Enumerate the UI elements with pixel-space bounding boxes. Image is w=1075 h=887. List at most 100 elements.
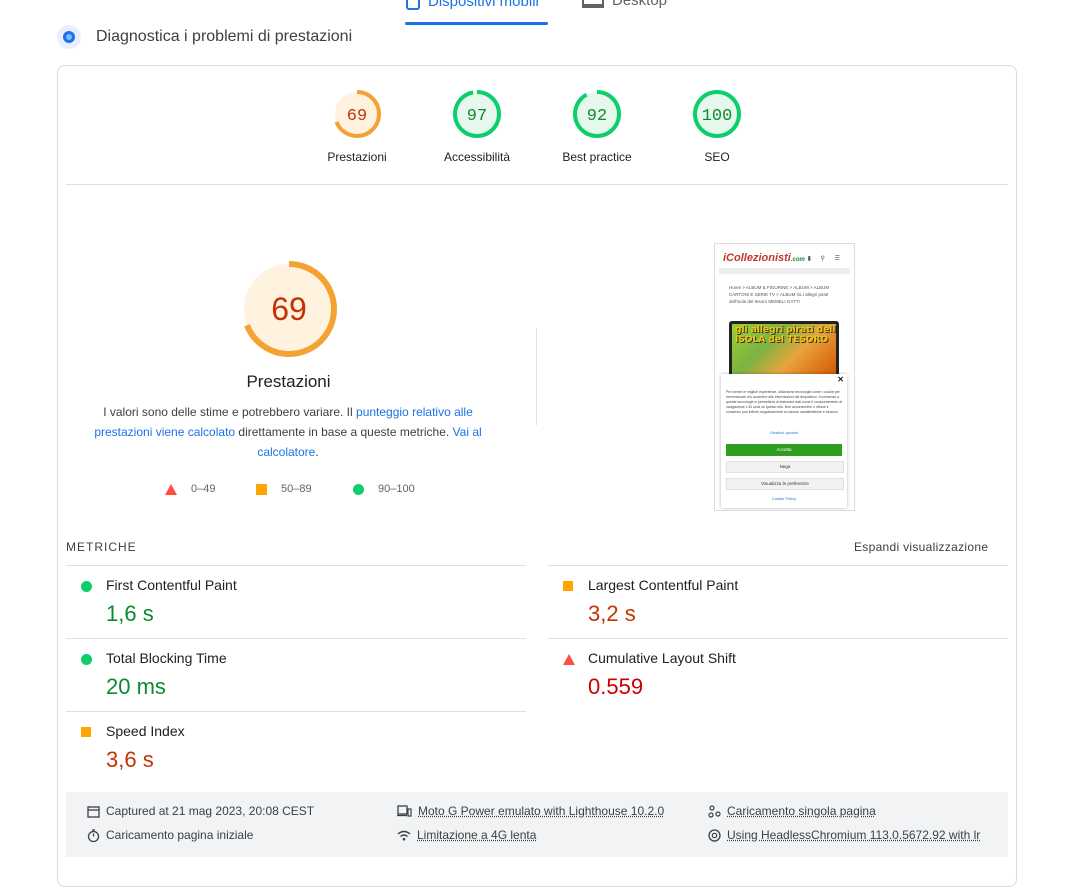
metric-value: 20 ms [106, 674, 166, 700]
throttling-text: Limitazione a 4G lenta [417, 828, 536, 842]
square-icon [256, 484, 267, 495]
tab-mobile[interactable]: Dispositivi mobili [406, 0, 539, 10]
divider [66, 565, 526, 566]
circle-icon [81, 581, 92, 592]
metric-value: 1,6 s [106, 601, 154, 627]
timer-icon [87, 829, 100, 842]
device-text: Moto G Power emulato with Lighthouse 10.… [418, 804, 664, 818]
manage-options-link: Gestisci opzioni [721, 430, 847, 435]
metric-lcp: Largest Contentful Paint 3,2 s [548, 565, 1008, 638]
gauge-ring: 100 [691, 88, 743, 140]
initial-load-info: Caricamento pagina iniziale [87, 828, 253, 842]
gauge-score: 92 [587, 107, 607, 126]
triangle-icon [563, 654, 575, 665]
performance-description: I valori sono delle stime e potrebbero v… [90, 402, 486, 462]
metric-value: 0.559 [588, 674, 643, 700]
metric-name: Cumulative Layout Shift [588, 650, 736, 666]
captured-info: Captured at 21 mag 2023, 20:08 CEST [87, 804, 314, 818]
gauge-score: 69 [347, 107, 367, 126]
monitor-icon [582, 0, 604, 9]
legend-average: 50–89 [256, 483, 312, 495]
tab-desktop-label: Desktop [612, 0, 667, 9]
captured-text: Captured at 21 mag 2023, 20:08 CEST [106, 804, 314, 818]
performance-title: Prestazioni [66, 372, 511, 392]
gauge-ring: 92 [571, 88, 623, 140]
screenshot-image-text: gli allegri pirati dell ISOLA del TESORO [735, 325, 839, 345]
metric-name: Largest Contentful Paint [588, 577, 738, 593]
screenshot-logo-main: iCollezionisti [723, 252, 791, 264]
square-icon [563, 581, 573, 591]
performance-big-gauge: 69 [238, 258, 340, 360]
divider [548, 565, 1008, 566]
legend-good: 90–100 [353, 483, 415, 495]
metric-speed-index: Speed Index 3,6 s [66, 711, 526, 784]
desc-text: direttamente in base a queste metriche. [235, 425, 452, 439]
metric-tbt: Total Blocking Time 20 ms [66, 638, 526, 711]
triangle-icon [165, 484, 177, 495]
circle-icon [81, 654, 92, 665]
cookie-text: Per fornire le migliori esperienze, util… [726, 390, 842, 415]
gauge-ring: 97 [451, 88, 503, 140]
screenshot-product-image: gli allegri pirati dell ISOLA del TESORO [729, 321, 839, 381]
screenshot-logo-suffix: .com [791, 257, 805, 263]
tab-desktop[interactable]: Desktop [582, 0, 667, 9]
square-icon [81, 727, 91, 737]
diagnostics-icon [57, 25, 81, 49]
browser-info[interactable]: Using HeadlessChromium 113.0.5672.92 wit… [708, 828, 980, 842]
cookie-policy-link: Cookie Policy [721, 496, 847, 501]
gauge-best-practices[interactable]: 92 Best practice [537, 88, 657, 164]
metric-value: 3,6 s [106, 747, 154, 773]
legend-average-label: 50–89 [281, 483, 312, 495]
gauge-label: Best practice [537, 150, 657, 164]
runtime-settings: Captured at 21 mag 2023, 20:08 CEST Cari… [66, 792, 1008, 857]
vertical-divider [536, 328, 537, 425]
deny-button: Nega [726, 461, 844, 473]
screenshot-logo: iCollezionisti.com [723, 252, 805, 264]
chrome-icon [708, 829, 721, 842]
metric-name: First Contentful Paint [106, 577, 237, 593]
page-screenshot[interactable]: iCollezionisti.com ▮ ⚲ ☰ Home > ALBUM & … [714, 243, 855, 511]
screenshot-bar [719, 268, 850, 274]
nodes-icon [708, 805, 721, 818]
phone-icon [406, 0, 420, 10]
performance-score: 69 [271, 291, 307, 327]
diagnostics-title: Diagnostica i problemi di prestazioni [96, 28, 352, 46]
legend-bad: 0–49 [165, 483, 215, 495]
accept-button: Accetta [726, 444, 842, 456]
gauge-ring: 69 [331, 88, 383, 140]
metrics-title: METRICHE [66, 540, 137, 554]
gauge-performance[interactable]: 69 Prestazioni [297, 88, 417, 164]
divider [66, 638, 526, 639]
preferences-button: Visualizza le preferenze [726, 478, 844, 490]
tab-active-indicator [405, 22, 548, 25]
tab-mobile-label: Dispositivi mobili [428, 0, 539, 10]
screenshot-breadcrumb: Home > ALBUM & FIGURINE > ALBUM > ALBUM … [729, 284, 841, 305]
gauge-seo[interactable]: 100 SEO [657, 88, 777, 164]
divider [66, 711, 526, 712]
devices-icon [397, 805, 412, 817]
gauge-accessibility[interactable]: 97 Accessibilità [417, 88, 537, 164]
browser-text: Using HeadlessChromium 113.0.5672.92 wit… [727, 828, 980, 842]
divider [66, 184, 1008, 185]
gauge-label: Prestazioni [297, 150, 417, 164]
desc-text: I valori sono delle stime e potrebbero v… [103, 405, 356, 419]
gauge-score: 100 [702, 107, 733, 126]
expand-view-button[interactable]: Espandi visualizzazione [854, 540, 988, 554]
single-load-text: Caricamento singola pagina [727, 804, 876, 818]
calendar-icon [87, 805, 100, 818]
metric-fcp: First Contentful Paint 1,6 s [66, 565, 526, 638]
circle-icon [353, 484, 364, 495]
gauge-label: Accessibilità [417, 150, 537, 164]
legend-bad-label: 0–49 [191, 483, 215, 495]
single-load-info[interactable]: Caricamento singola pagina [708, 804, 876, 818]
wifi-icon [397, 830, 411, 841]
metric-name: Speed Index [106, 723, 185, 739]
legend-good-label: 90–100 [378, 483, 415, 495]
screenshot-header-icons: ▮ ⚲ ☰ [808, 255, 844, 262]
gauge-score: 97 [467, 107, 487, 126]
device-info[interactable]: Moto G Power emulato with Lighthouse 10.… [397, 804, 664, 818]
throttling-info[interactable]: Limitazione a 4G lenta [397, 828, 536, 842]
divider [548, 638, 1008, 639]
close-icon: ✕ [837, 375, 844, 384]
metric-cls: Cumulative Layout Shift 0.559 [548, 638, 1008, 711]
